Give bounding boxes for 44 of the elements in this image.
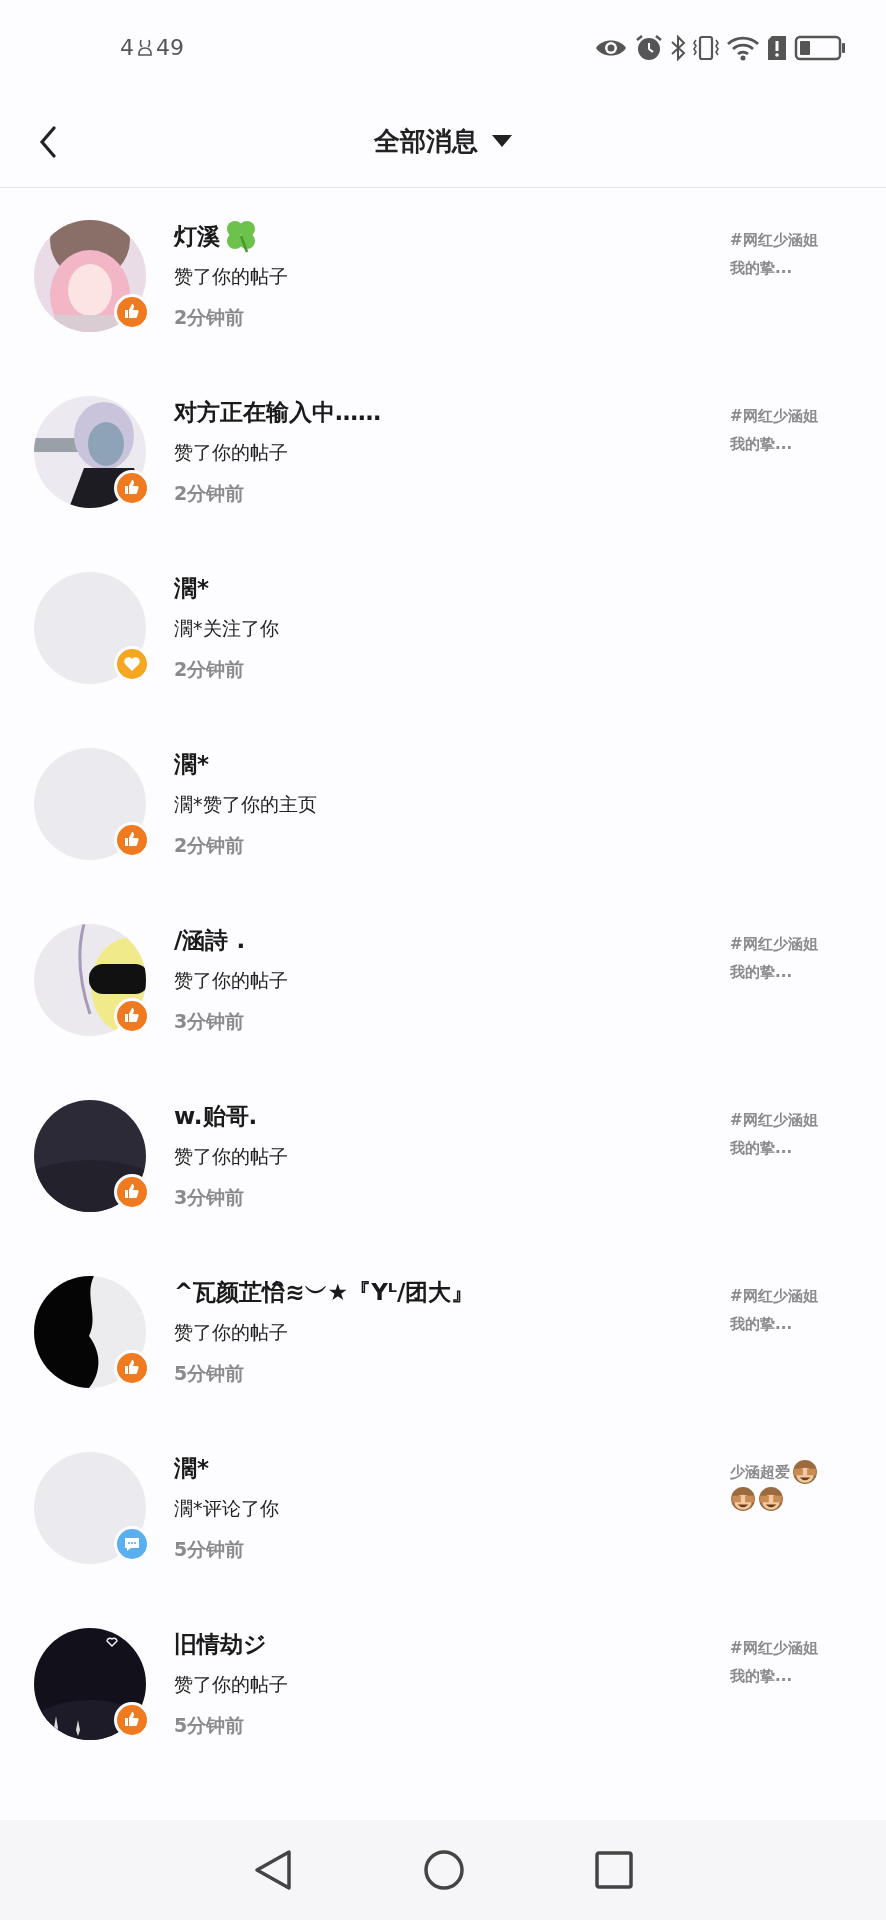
timestamp: 5分钟前 <box>174 1536 246 1562</box>
timestamp: 2分钟前 <box>174 656 246 682</box>
timestamp: 3分钟前 <box>174 1184 246 1210</box>
status-time: 4 <box>120 34 134 62</box>
notification-text: 濶*赞了你的主页 <box>174 792 318 817</box>
notification-text: 赞了你的帖子 <box>174 440 289 465</box>
back-icon <box>39 126 57 158</box>
user-name[interactable]: 濶* <box>174 1450 210 1486</box>
notification-text: 赞了你的帖子 <box>174 1144 289 1169</box>
user-name[interactable]: 濶* <box>174 570 210 606</box>
alarm-icon <box>634 33 664 62</box>
notification-text: 赞了你的帖子 <box>174 264 289 289</box>
battery-icon <box>794 34 846 61</box>
user-name[interactable]: 旧情劫ジ <box>174 1626 267 1662</box>
notification-text: 濶*关注了你 <box>174 616 280 641</box>
monkey-icon <box>758 1486 784 1512</box>
user-name[interactable]: ^瓦颜芷怡ิ≋︶★『Yᴸ/团大』 <box>174 1274 475 1310</box>
status-time: 49 <box>156 34 184 62</box>
timestamp: 3分钟前 <box>174 1008 246 1034</box>
timestamp: 2分钟前 <box>174 480 246 506</box>
heart-icon <box>122 654 142 674</box>
notification-text: 赞了你的帖子 <box>174 1672 289 1697</box>
monkey-icon <box>730 1486 756 1512</box>
home-nav-icon[interactable] <box>423 1849 465 1891</box>
bluetooth-icon <box>670 33 686 62</box>
timestamp: 2分钟前 <box>174 304 246 330</box>
notification-text: 濶*评论了你 <box>174 1496 280 1521</box>
timestamp: 2分钟前 <box>174 832 246 858</box>
user-name[interactable]: /涵詩 . <box>174 922 246 958</box>
user-name[interactable]: 对方正在输入中…… <box>174 394 381 430</box>
notification-text: 赞了你的帖子 <box>174 968 289 993</box>
recents-nav-icon[interactable] <box>595 1851 633 1889</box>
sim-alert-icon <box>766 33 788 62</box>
user-name[interactable]: 濶* <box>174 746 210 782</box>
title-dropdown[interactable]: 全部消息 <box>374 121 512 161</box>
timestamp: 5分钟前 <box>174 1712 246 1738</box>
monkey-icon <box>792 1459 818 1485</box>
user-name[interactable]: 灯溪 <box>174 218 220 254</box>
timestamp: 5分钟前 <box>174 1360 246 1386</box>
caret-icon <box>492 135 512 147</box>
notification-text: 赞了你的帖子 <box>174 1320 289 1345</box>
vibrate-icon <box>692 33 720 62</box>
back-nav-icon[interactable] <box>253 1849 293 1891</box>
user-name[interactable]: w.贻哥. <box>174 1098 258 1134</box>
